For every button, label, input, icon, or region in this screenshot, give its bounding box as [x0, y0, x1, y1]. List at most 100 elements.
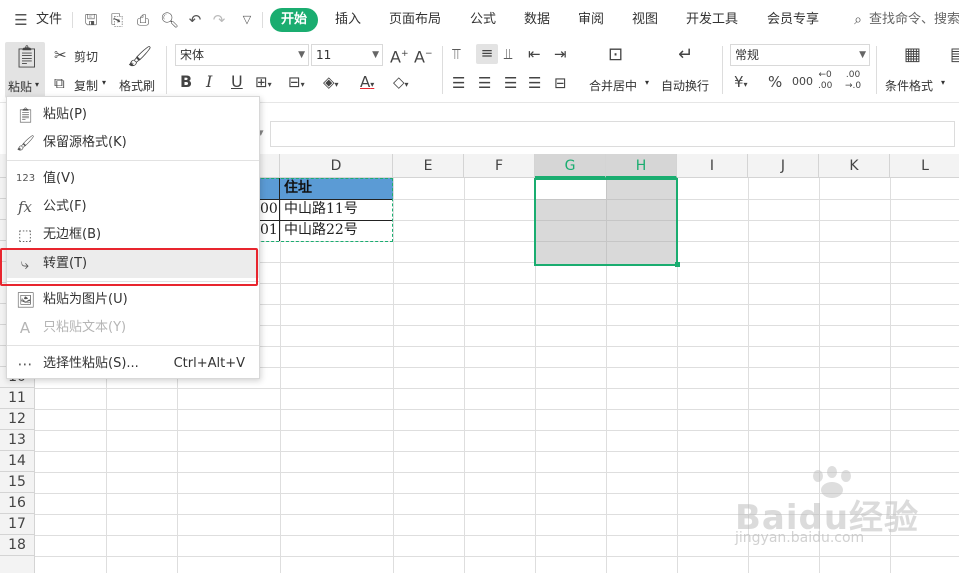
eraser-icon[interactable]: ◇▾ [393, 73, 409, 94]
export-icon[interactable]: ⎘ [108, 10, 126, 30]
hamburger-icon[interactable]: ☰ [12, 10, 30, 30]
tab-formulas[interactable]: 公式 [470, 10, 496, 30]
increase-font-glyph: A [390, 47, 401, 67]
scissors-icon[interactable]: ✂ [54, 46, 67, 64]
divider [262, 12, 263, 28]
tab-data[interactable]: 数据 [524, 10, 550, 30]
shortcut-label: Ctrl+Alt+V [173, 356, 245, 371]
column-header-g[interactable]: G [535, 154, 606, 178]
column-header-l[interactable]: L [890, 154, 959, 178]
cut-button[interactable]: 剪切 [74, 48, 98, 65]
align-left-icon[interactable]: ☰ [452, 74, 465, 92]
redo-icon[interactable]: ↷ [210, 10, 228, 30]
align-middle-icon[interactable]: ≡ [476, 44, 498, 64]
bold-button[interactable]: B [180, 73, 192, 91]
tab-insert[interactable]: 插入 [335, 10, 361, 30]
conditional-format-icon[interactable]: ▦ [904, 46, 921, 64]
conditional-format-button[interactable]: 条件格式 [885, 77, 933, 94]
justify-icon[interactable]: ☰ [528, 74, 541, 92]
menu-item-values[interactable]: 123 值(V) [7, 165, 259, 193]
row-header-12[interactable]: 12 [0, 409, 35, 430]
column-header-k[interactable]: K [819, 154, 890, 178]
decrease-indent-icon[interactable]: ⇤ [528, 45, 541, 63]
row-header-18[interactable]: 18 [0, 535, 35, 556]
chevron-down-icon: ▾ [645, 78, 650, 87]
chevron-down-icon: ▼ [372, 50, 379, 60]
tab-view[interactable]: 视图 [632, 10, 658, 30]
watermark: Baidu经验 jingyan.baidu.com [735, 466, 955, 570]
wrap-text-icon[interactable]: ↵ [678, 46, 693, 64]
copy-button[interactable]: 复制 [74, 77, 98, 94]
tab-page-layout[interactable]: 页面布局 [389, 10, 441, 30]
copy-icon[interactable]: ⧉ [54, 74, 65, 92]
row-header-17[interactable]: 17 [0, 514, 35, 535]
format-painter-button[interactable]: 格式刷 [119, 77, 155, 94]
merge-center-icon[interactable]: ⊡ [608, 46, 623, 64]
search-input[interactable]: 查找命令、搜索 [869, 10, 959, 30]
menu-item-no-border[interactable]: ⬚ 无边框(B) [7, 221, 259, 249]
undo-icon[interactable]: ↶ [186, 10, 204, 30]
align-center-icon[interactable]: ☰ [478, 74, 491, 92]
column-header-e[interactable]: E [393, 154, 464, 178]
font-name-select[interactable]: 宋体 ▼ [175, 44, 309, 66]
font-size-select[interactable]: 11 ▼ [311, 44, 383, 66]
print-icon[interactable]: ⎙ [134, 10, 152, 30]
fill-color-icon[interactable]: ◈▾ [323, 73, 339, 94]
row-header-15[interactable]: 15 [0, 472, 35, 493]
increase-font-icon[interactable]: A+ [390, 45, 409, 66]
distributed-align-icon[interactable]: ⊟ [554, 74, 567, 92]
wrap-text-button[interactable]: 自动换行 [661, 77, 709, 94]
currency-icon[interactable]: ¥▾ [734, 73, 748, 94]
file-menu[interactable]: 文件 [36, 10, 62, 30]
row-header[interactable] [0, 556, 35, 573]
tab-developer[interactable]: 开发工具 [686, 10, 738, 30]
percent-button[interactable]: % [768, 73, 782, 91]
menu-item-paste-text-only[interactable]: A 只粘贴文本(Y) [7, 314, 259, 342]
merge-center-button[interactable]: 合并居中 [589, 77, 637, 94]
align-right-icon[interactable]: ☰ [504, 74, 517, 92]
menu-item-label: 保留源格式(K) [43, 135, 127, 150]
row-header-16[interactable]: 16 [0, 493, 35, 514]
fill-pattern-icon[interactable]: ⊟▾ [288, 73, 305, 94]
italic-button[interactable]: I [206, 73, 212, 91]
tab-review[interactable]: 审阅 [578, 10, 604, 30]
tab-start[interactable]: 开始 [270, 8, 318, 32]
menu-item-keep-source-format[interactable]: 🖌︎ 保留源格式(K) [7, 129, 259, 157]
paste-button[interactable]: 📋︎ 粘贴 ▾ [5, 42, 45, 98]
paw-icon [813, 470, 823, 482]
decrease-font-icon[interactable]: A− [414, 45, 433, 66]
column-header-f[interactable]: F [464, 154, 535, 178]
menu-item-paste-special[interactable]: ⋯ 选择性粘贴(S)... Ctrl+Alt+V [7, 350, 259, 378]
paste-label: 粘贴 [8, 80, 33, 94]
fill-handle[interactable] [675, 262, 680, 267]
column-header-j[interactable]: J [748, 154, 819, 178]
menu-item-paste-as-picture[interactable]: 🖼︎ 粘贴为图片(U) [7, 286, 259, 314]
increase-indent-icon[interactable]: ⇥ [554, 45, 567, 63]
menu-item-paste[interactable]: 📋︎ 粘贴(P) [7, 101, 259, 129]
column-header-i[interactable]: I [677, 154, 748, 178]
row-header-14[interactable]: 14 [0, 451, 35, 472]
thousands-separator-button[interactable]: 000 [792, 73, 813, 91]
format-painter-icon[interactable]: 🖌︎ [127, 44, 152, 68]
number-format-select[interactable]: 常规 ▼ [730, 44, 870, 66]
table-style-icon[interactable]: ▤ [950, 46, 959, 64]
column-header-h[interactable]: H [606, 154, 677, 178]
increase-decimal-icon[interactable]: ←0.00 [818, 70, 832, 92]
row-header-13[interactable]: 13 [0, 430, 35, 451]
decrease-font-glyph: A [414, 47, 425, 67]
save-icon[interactable]: 🖫 [82, 10, 100, 30]
border-icon[interactable]: ⊞▾ [255, 73, 272, 94]
decrease-decimal-icon[interactable]: .00 →.0 [845, 70, 861, 92]
row-header-11[interactable]: 11 [0, 388, 35, 409]
quick-access-dropdown-icon[interactable]: ▽ [238, 10, 256, 30]
formula-input[interactable] [270, 121, 955, 147]
tab-member[interactable]: 会员专享 [767, 10, 819, 30]
menu-item-formula[interactable]: fx 公式(F) [7, 193, 259, 221]
search-icon[interactable]: ⌕ [849, 10, 867, 30]
font-color-icon[interactable]: A▾ [360, 73, 374, 94]
print-preview-icon[interactable]: 🔍︎ [160, 10, 179, 30]
column-header-d[interactable]: D [280, 154, 393, 178]
underline-button[interactable]: U [231, 73, 243, 91]
align-bottom-icon[interactable]: ⫫ [504, 45, 512, 63]
align-top-icon[interactable]: ⫪ [452, 45, 460, 63]
